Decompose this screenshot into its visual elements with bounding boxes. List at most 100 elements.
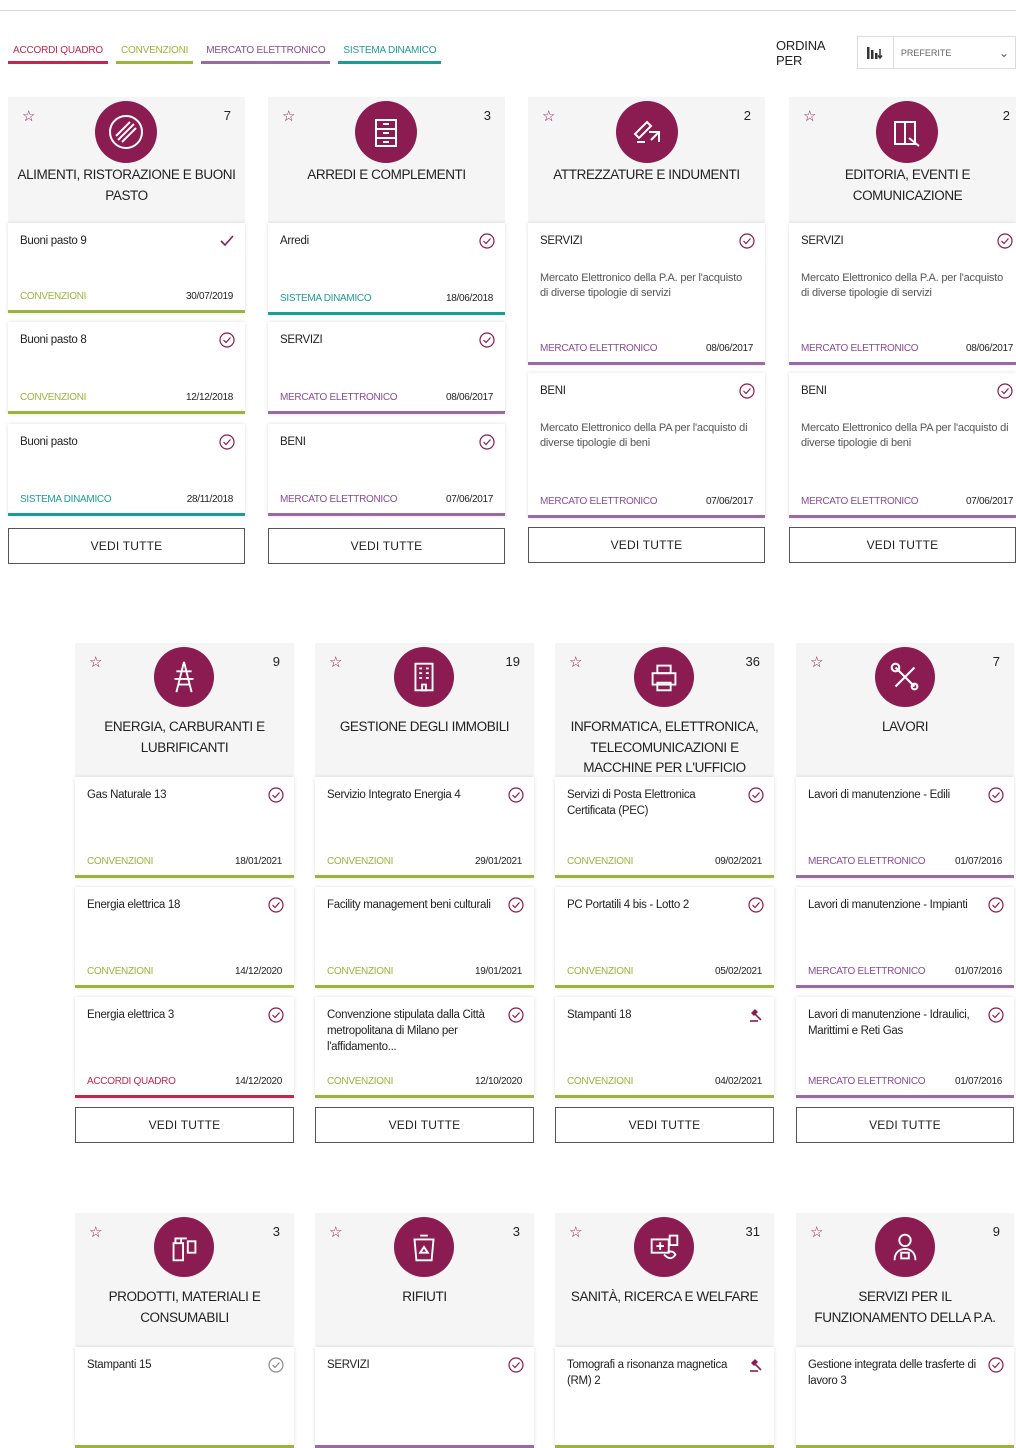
item-title: Lavori di manutenzione - Impianti xyxy=(808,899,968,911)
item-date: 30/07/2019 xyxy=(185,291,233,302)
item-title: Lavori di manutenzione - Idraulici, Mari… xyxy=(808,1009,970,1037)
item-type: CONVENZIONI xyxy=(327,966,394,977)
legend-accordi-quadro[interactable]: ACCORDI QUADRO xyxy=(8,45,108,64)
check-circle-icon xyxy=(988,1357,1004,1373)
item-description: Mercato Elettronico della P.A. per l'acq… xyxy=(540,272,743,299)
list-item[interactable]: Energia elettrica 18 CONVENZIONI 14/12/20… xyxy=(75,887,294,988)
star-icon[interactable]: ☆ xyxy=(282,109,295,124)
star-icon[interactable]: ☆ xyxy=(810,1225,823,1240)
list-item[interactable]: Lavori di manutenzione - Impianti MERCAT… xyxy=(796,887,1014,988)
list-item[interactable]: BENI MERCATO ELETTRONICO 07/06/2017 xyxy=(268,424,505,516)
item-title: Buoni pasto 9 xyxy=(20,235,87,247)
item-title: Buoni pasto xyxy=(20,436,78,448)
item-title: Buoni pasto 8 xyxy=(20,334,87,346)
list-item[interactable]: Tomografi a risonanza magnetica (RM) 2 xyxy=(555,1347,774,1448)
medical-kit-icon xyxy=(634,1217,694,1277)
card-header: ☆ 7 ALIMENTI, RISTORAZIONE E BUONI PASTO xyxy=(8,97,245,223)
list-item[interactable]: SERVIZI MERCATO ELETTRONICO 08/06/2017 xyxy=(268,322,505,414)
star-icon[interactable]: ☆ xyxy=(810,655,823,670)
list-item[interactable]: BENI Mercato Elettronico della PA per l'… xyxy=(528,373,765,518)
vedi-tutte-button[interactable]: VEDI TUTTE xyxy=(796,1107,1014,1143)
check-circle-icon xyxy=(748,787,764,803)
star-icon[interactable]: ☆ xyxy=(569,1225,582,1240)
legend-convenzioni[interactable]: CONVENZIONI xyxy=(115,45,194,64)
item-type: CONVENZIONI xyxy=(87,966,154,977)
wrench-screwdriver-icon xyxy=(875,647,935,707)
legend-mercato-elettronico[interactable]: MERCATO ELETTRONICO xyxy=(201,45,331,64)
vedi-tutte-button[interactable]: VEDI TUTTE xyxy=(75,1107,294,1143)
card-header: ☆ 2 EDITORIA, EVENTI E COMUNICAZIONE xyxy=(789,97,1016,223)
item-type: CONVENZIONI xyxy=(567,1076,634,1087)
vedi-tutte-button[interactable]: VEDI TUTTE xyxy=(315,1107,534,1143)
vedi-tutte-button[interactable]: VEDI TUTTE xyxy=(528,527,765,563)
list-item[interactable]: Convenzione stipulata dalla Città metrop… xyxy=(315,997,534,1098)
office-worker-icon xyxy=(875,1217,935,1277)
item-title: Arredi xyxy=(280,235,309,247)
star-icon[interactable]: ☆ xyxy=(329,1225,342,1240)
item-date: 12/12/2018 xyxy=(185,392,233,403)
item-type: MERCATO ELETTRONICO xyxy=(808,966,926,977)
item-type: MERCATO ELETTRONICO xyxy=(801,343,919,354)
card-header: ☆ 9 SERVIZI PER IL FUNZIONAMENTO DELLA P… xyxy=(796,1213,1014,1347)
star-icon[interactable]: ☆ xyxy=(803,109,816,124)
star-icon[interactable]: ☆ xyxy=(89,655,102,670)
list-item[interactable]: Energia elettrica 3 ACCORDI QUADRO 14/12/… xyxy=(75,997,294,1098)
list-item[interactable]: Facility management beni culturali CONVE… xyxy=(315,887,534,988)
item-title: Facility management beni culturali xyxy=(327,899,491,911)
item-type: MERCATO ELETTRONICO xyxy=(808,856,926,867)
item-title: Lavori di manutenzione - Edili xyxy=(808,789,950,801)
list-item[interactable]: Buoni pasto 8 CONVENZIONI 12/12/2018 xyxy=(8,322,245,414)
item-type: MERCATO ELETTRONICO xyxy=(801,496,919,507)
list-item[interactable]: Stampanti 18 CONVENZIONI 04/02/2021 xyxy=(555,997,774,1098)
card-count: 2 xyxy=(1002,108,1010,123)
list-item[interactable]: Servizi di Posta Elettronica Certificata… xyxy=(555,777,774,878)
card-title: ENERGIA, CARBURANTI E LUBRIFICANTI xyxy=(104,719,265,755)
list-item[interactable]: Stampanti 15 xyxy=(75,1347,294,1448)
list-item[interactable]: Gas Naturale 13 CONVENZIONI 18/01/2021 xyxy=(75,777,294,878)
star-icon[interactable]: ☆ xyxy=(22,109,35,124)
list-item[interactable]: Servizio Integrato Energia 4 CONVENZIONI… xyxy=(315,777,534,878)
vedi-tutte-button[interactable]: VEDI TUTTE xyxy=(789,527,1016,563)
list-item[interactable]: SERVIZI xyxy=(315,1347,534,1448)
check-circle-icon xyxy=(508,1007,524,1023)
item-type: MERCATO ELETTRONICO xyxy=(808,1076,926,1087)
card-header: ☆ 7 LAVORI xyxy=(796,643,1014,777)
check-circle-icon xyxy=(508,1357,524,1373)
check-circle-icon xyxy=(268,1007,284,1023)
card-header: ☆ 3 RIFIUTI xyxy=(315,1213,534,1347)
vedi-tutte-button[interactable]: VEDI TUTTE xyxy=(8,528,245,564)
list-item[interactable]: Buoni pasto 9 CONVENZIONI 30/07/2019 xyxy=(8,223,245,313)
check-circle-icon xyxy=(479,332,495,348)
card-count: 7 xyxy=(992,654,1000,669)
item-date: 08/06/2017 xyxy=(445,392,493,403)
item-date: 04/02/2021 xyxy=(714,1076,762,1087)
sort-select[interactable]: PREFERITE ⌄ xyxy=(856,36,1016,69)
star-icon[interactable]: ☆ xyxy=(542,109,555,124)
list-item[interactable]: Lavori di manutenzione - Edili MERCATO E… xyxy=(796,777,1014,878)
star-icon[interactable]: ☆ xyxy=(569,655,582,670)
item-type: CONVENZIONI xyxy=(20,291,87,302)
check-circle-icon xyxy=(219,434,235,450)
check-circle-icon xyxy=(997,383,1013,399)
list-item[interactable]: Gestione integrata delle trasferte di la… xyxy=(796,1347,1014,1448)
star-icon[interactable]: ☆ xyxy=(89,1225,102,1240)
list-item[interactable]: SERVIZI Mercato Elettronico della P.A. p… xyxy=(789,223,1016,365)
list-item[interactable]: BENI Mercato Elettronico della PA per l'… xyxy=(789,373,1016,518)
star-icon[interactable]: ☆ xyxy=(329,655,342,670)
list-item[interactable]: PC Portatili 4 bis - Lotto 2 CONVENZIONI… xyxy=(555,887,774,988)
vedi-tutte-button[interactable]: VEDI TUTTE xyxy=(555,1107,774,1143)
check-circle-icon xyxy=(219,332,235,348)
list-item[interactable]: SERVIZI Mercato Elettronico della P.A. p… xyxy=(528,223,765,365)
card-title: GESTIONE DEGLI IMMOBILI xyxy=(339,719,510,734)
list-item[interactable]: Arredi SISTEMA DINAMICO 18/06/2018 xyxy=(268,223,505,315)
check-circle-icon xyxy=(508,897,524,913)
printer-icon xyxy=(634,647,694,707)
item-date: 19/01/2021 xyxy=(474,966,522,977)
sort-icon xyxy=(858,37,894,68)
list-item[interactable]: Lavori di manutenzione - Idraulici, Mari… xyxy=(796,997,1014,1098)
list-item[interactable]: Buoni pasto SISTEMA DINAMICO 28/11/2018 xyxy=(8,424,245,516)
legend-sistema-dinamico[interactable]: SISTEMA DINAMICO xyxy=(338,45,442,64)
card-header: ☆ 3 ARREDI E COMPLEMENTI xyxy=(268,97,505,223)
card-title: SERVIZI PER IL FUNZIONAMENTO DELLA P.A. xyxy=(814,1289,996,1325)
vedi-tutte-button[interactable]: VEDI TUTTE xyxy=(268,528,505,564)
